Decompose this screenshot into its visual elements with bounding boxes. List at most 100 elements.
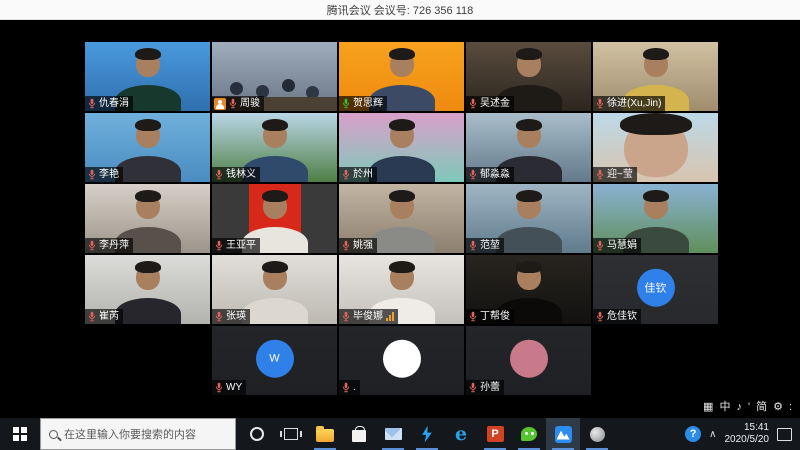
mail-icon (385, 428, 402, 440)
participant-tile[interactable]: . (339, 326, 464, 395)
taskbar-search[interactable]: 在这里输入你要搜索的内容 (40, 418, 236, 450)
taskbar-task-view-icon[interactable] (274, 418, 308, 450)
participant-label: 王亚平 (212, 238, 260, 253)
ime-item[interactable]: ' (748, 399, 750, 415)
participant-tile[interactable]: 孙蕾 (466, 326, 591, 395)
mic-muted-icon (214, 311, 224, 322)
taskbar-wechat-icon[interactable] (512, 418, 546, 450)
taskbar-mail-icon[interactable] (376, 418, 410, 450)
window-title-bar: 腾讯会议 会议号: 726 356 118 (0, 0, 800, 20)
taskbar-powerpoint-icon[interactable]: P (478, 418, 512, 450)
participant-tile[interactable]: 郁淼淼 (466, 113, 591, 182)
search-icon (49, 430, 58, 439)
participant-name: 丁帮俊 (480, 309, 510, 324)
mic-muted-icon (468, 98, 478, 109)
participant-tile[interactable]: 於州 (339, 113, 464, 182)
mic-muted-icon (595, 169, 605, 180)
wechat-icon (521, 427, 537, 441)
ime-item[interactable]: ♪ (736, 399, 742, 415)
store-icon (352, 430, 366, 442)
action-center-icon[interactable] (777, 428, 792, 441)
taskbar-store-icon[interactable] (342, 418, 376, 450)
mic-muted-icon (341, 240, 351, 251)
taskbar-clock[interactable]: 15:41 2020/5/20 (725, 422, 770, 447)
search-placeholder: 在这里输入你要搜索的内容 (64, 426, 196, 442)
taskbar-edge-icon[interactable]: e (444, 418, 478, 450)
participant-tile[interactable]: 李丹萍 (85, 184, 210, 253)
ime-item[interactable]: : (789, 399, 792, 415)
participant-avatar: 佳钦 (637, 268, 675, 306)
participant-name: 郁淼淼 (480, 167, 510, 182)
participant-tile[interactable]: 钱林义 (212, 113, 337, 182)
mic-muted-icon (595, 240, 605, 251)
participant-name: . (353, 380, 356, 395)
participant-name: 徐进(Xu,Jin) (607, 96, 661, 111)
mic-muted-icon (228, 98, 238, 109)
mic-muted-icon (468, 311, 478, 322)
mic-muted-icon (341, 311, 351, 322)
participant-name: 危佳钦 (607, 309, 637, 324)
participant-tile[interactable]: W WY (212, 326, 337, 395)
mic-muted-icon (595, 311, 605, 322)
participant-label: 崔芮 (85, 309, 123, 324)
participant-tile[interactable]: 丁帮俊 (466, 255, 591, 324)
participant-label: 郁淼淼 (466, 167, 514, 182)
participant-tile[interactable]: 仇春涓 (85, 42, 210, 111)
clock-time: 15:41 (725, 422, 770, 435)
participant-label: 周骏 (212, 96, 264, 111)
participant-label: . (339, 380, 360, 395)
tray-question-icon[interactable]: ? (685, 426, 701, 442)
participant-label: 贺思辉 (339, 96, 387, 111)
participant-label: 仇春涓 (85, 96, 133, 111)
participant-tile[interactable]: 迎~莹 (593, 113, 718, 182)
ime-item[interactable]: 简 (756, 399, 767, 415)
participant-tile[interactable]: 贺思辉 (339, 42, 464, 111)
participant-tile[interactable]: 吴述金 (466, 42, 591, 111)
participant-label: 於州 (339, 167, 377, 182)
participant-tile[interactable]: 徐进(Xu,Jin) (593, 42, 718, 111)
ime-toolbar[interactable]: ▦ 中 ♪ ' 简 ⚙: (703, 399, 792, 415)
participant-avatar (510, 339, 548, 377)
ime-item[interactable]: ▦ (703, 399, 713, 415)
participant-name: 吴述金 (480, 96, 510, 111)
globe-app-icon (590, 427, 605, 442)
tray-chevron-icon[interactable]: ∧ (709, 429, 716, 440)
participant-label: 张瑛 (212, 309, 250, 324)
participant-tile[interactable]: 佳钦 危佳钦 (593, 255, 718, 324)
signal-bars-icon (386, 312, 394, 321)
mic-on-icon (341, 98, 351, 109)
participant-tile[interactable]: 马慧娟 (593, 184, 718, 253)
file-explorer-icon (316, 429, 334, 442)
mic-muted-icon (341, 382, 351, 393)
participant-tile[interactable]: 范堃 (466, 184, 591, 253)
ime-item[interactable]: 中 (719, 399, 730, 415)
participant-tile[interactable]: 毕俊娜 (339, 255, 464, 324)
start-button[interactable] (0, 418, 40, 450)
participant-tile[interactable]: 周骏 (212, 42, 337, 111)
participant-name: 马慧娟 (607, 238, 637, 253)
taskbar-tencent-meeting-icon[interactable] (546, 418, 580, 450)
participant-label: 毕俊娜 (339, 309, 398, 324)
ime-item[interactable]: ⚙ (773, 399, 783, 415)
participant-label: 李丹萍 (85, 238, 133, 253)
participant-tile[interactable]: 王亚平 (212, 184, 337, 253)
taskbar-globe-app-icon[interactable] (580, 418, 614, 450)
mic-muted-icon (468, 240, 478, 251)
participant-tile[interactable]: 李艳 (85, 113, 210, 182)
taskbar-file-explorer-icon[interactable] (308, 418, 342, 450)
participant-tile[interactable]: 张瑛 (212, 255, 337, 324)
participant-label: 吴述金 (466, 96, 514, 111)
taskbar-icons: eP (240, 418, 614, 450)
windows-logo-icon (13, 427, 27, 441)
taskbar-flash-app-icon[interactable] (410, 418, 444, 450)
mic-muted-icon (214, 169, 224, 180)
taskbar-cortana-icon[interactable] (240, 418, 274, 450)
meeting-stage: 仇春涓 周骏 (0, 20, 800, 418)
participant-label: WY (212, 380, 246, 395)
taskbar: 在这里输入你要搜索的内容 eP ? ∧ 15:41 2020/5/20 (0, 418, 800, 450)
powerpoint-icon: P (487, 426, 504, 442)
participant-tile[interactable]: 崔芮 (85, 255, 210, 324)
participant-tile[interactable]: 姚强 (339, 184, 464, 253)
participant-name: 仇春涓 (99, 96, 129, 111)
participant-name: 孙蕾 (480, 380, 500, 395)
